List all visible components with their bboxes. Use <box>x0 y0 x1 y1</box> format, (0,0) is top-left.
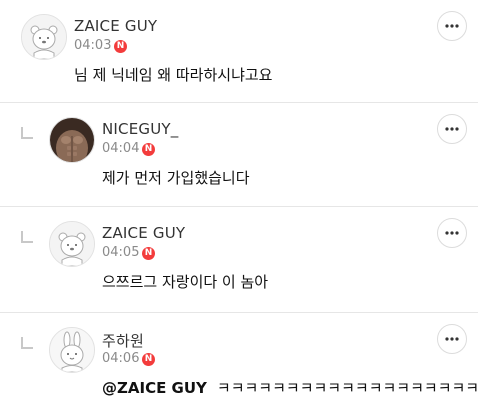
more-options-button[interactable] <box>437 218 467 248</box>
mention-link[interactable]: @ZAICE GUY <box>102 379 207 397</box>
reply-arrow-icon <box>21 127 33 139</box>
more-options-button[interactable] <box>437 324 467 354</box>
comment-nickname[interactable]: NICEGUY_ <box>102 120 178 138</box>
comment-text-wrapper: @ZAICE GUY ㅋㅋㅋㅋㅋㅋㅋㅋㅋㅋㅋㅋㅋㅋㅋㅋㅋㅋㅋ <box>102 377 478 398</box>
comment-nickname[interactable]: 주하원 <box>102 330 144 351</box>
more-dots-icon <box>445 337 459 341</box>
comment-reply-item: ZAICE GUY 04:05 N 으쯔르그 자랑이다 이 놈아 <box>0 206 478 313</box>
new-badge: N <box>114 40 127 53</box>
rabbit-avatar-icon[interactable] <box>49 327 95 373</box>
reply-arrow-icon <box>21 337 33 349</box>
comment-item: ZAICE GUY 04:03 N 님 제 닉네임 왜 따라하시냐고요 <box>0 0 478 102</box>
more-options-button[interactable] <box>437 114 467 144</box>
new-badge: N <box>142 353 155 366</box>
comment-reply-item: 주하원 04:06 N @ZAICE GUY ㅋㅋㅋㅋㅋㅋㅋㅋㅋㅋㅋㅋㅋㅋㅋㅋㅋㅋ… <box>0 312 478 414</box>
reply-arrow-icon <box>21 231 33 243</box>
comment-text: 으쯔르그 자랑이다 이 놈아 <box>102 273 269 291</box>
comment-text: ㅋㅋㅋㅋㅋㅋㅋㅋㅋㅋㅋㅋㅋㅋㅋㅋㅋㅋㅋ <box>216 379 478 397</box>
comment-reply-item: NICEGUY_ 04:04 N 제가 먼저 가입했습니다 <box>0 102 478 207</box>
comment-text: 님 제 닉네임 왜 따라하시냐고요 <box>74 66 273 84</box>
comment-nickname[interactable]: ZAICE GUY <box>74 17 157 35</box>
comment-list: ZAICE GUY 04:03 N 님 제 닉네임 왜 따라하시냐고요 NICE… <box>0 0 478 413</box>
comment-time: 04:03 <box>74 38 112 53</box>
more-dots-icon <box>445 127 459 131</box>
more-dots-icon <box>445 24 459 28</box>
comment-time: 04:04 <box>102 141 140 156</box>
bear-avatar-icon[interactable] <box>49 221 95 267</box>
bear-avatar-icon[interactable] <box>21 14 67 60</box>
comment-nickname[interactable]: ZAICE GUY <box>102 224 185 242</box>
new-badge: N <box>142 143 155 156</box>
more-options-button[interactable] <box>437 11 467 41</box>
more-dots-icon <box>445 231 459 235</box>
comment-text: 제가 먼저 가입했습니다 <box>102 169 250 187</box>
comment-time: 04:06 <box>102 351 140 366</box>
new-badge: N <box>142 247 155 260</box>
photo-avatar-icon[interactable] <box>49 117 95 163</box>
comment-time: 04:05 <box>102 245 140 260</box>
